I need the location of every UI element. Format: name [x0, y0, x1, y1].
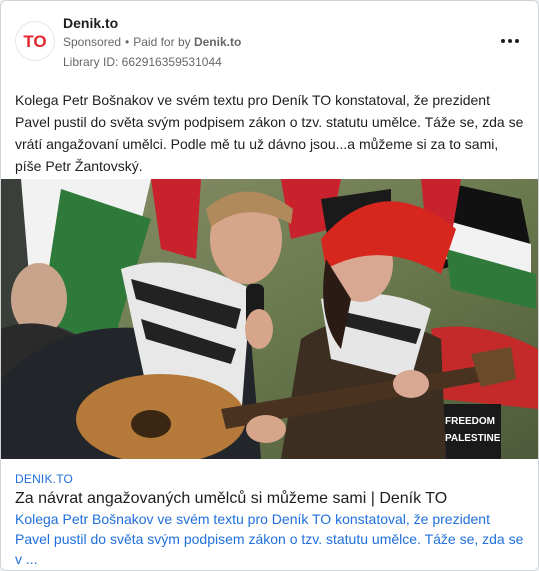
ad-image[interactable]: FREEDOM PALESTINE [1, 179, 538, 459]
more-horizontal-icon [501, 39, 519, 43]
ad-body-text: Kolega Petr Bošnakov ve svém textu pro D… [15, 92, 524, 174]
library-id: Library ID: 662916359531044 [63, 55, 222, 69]
svg-text:TO: TO [23, 32, 46, 51]
link-domain[interactable]: DENIK.TO [15, 472, 73, 486]
ad-header: TO Denik.to Sponsored • Paid for by Denik.… [1, 1, 538, 81]
link-headline[interactable]: Za návrat angažovaných umělců si můžeme … [15, 490, 447, 508]
meta-separator: • [125, 35, 130, 49]
denik-to-logo-icon: TO [23, 32, 46, 51]
advertiser-avatar[interactable]: TO [15, 21, 55, 61]
paid-for-name[interactable]: Denik.to [194, 35, 241, 49]
sponsored-label: Sponsored [63, 35, 122, 49]
banner-text-line-2: PALESTINE [445, 433, 501, 444]
banner-text-line-1: FREEDOM [445, 416, 495, 427]
paid-for-label: Paid for by [133, 35, 191, 49]
link-preview[interactable]: DENIK.TO Za návrat angažovaných umělců s… [1, 459, 538, 570]
ad-card: TO Denik.to Sponsored • Paid for by Denik.… [0, 0, 539, 571]
link-description[interactable]: Kolega Petr Bošnakov ve svém textu pro D… [15, 509, 527, 569]
advertiser-name[interactable]: Denik.to [63, 15, 118, 31]
more-options-button[interactable] [496, 29, 524, 53]
sponsored-line: Sponsored • Paid for by Denik.to [63, 35, 241, 49]
